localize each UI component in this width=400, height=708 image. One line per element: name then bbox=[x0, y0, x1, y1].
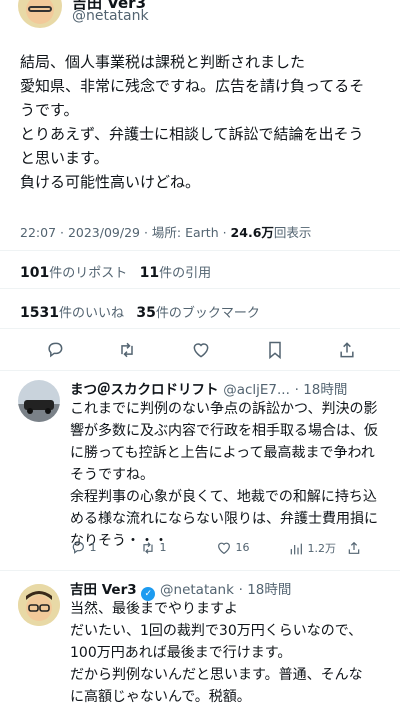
reply-tweet[interactable]: 吉田 Ver3 ✓ @netatank · 18時間 当然、最後までやりますよ … bbox=[0, 572, 400, 705]
quote-count: 11 bbox=[139, 265, 160, 281]
author-avatar[interactable] bbox=[18, 0, 62, 28]
divider bbox=[0, 570, 400, 571]
reply-line: そうですね。 bbox=[70, 467, 154, 483]
view-count: 24.6万 bbox=[230, 225, 274, 240]
bookmark-label: 件のブックマーク bbox=[155, 306, 260, 321]
repost-stats[interactable]: 101件のリポスト 11件の引用 bbox=[20, 262, 211, 281]
reply-reply-action[interactable]: 1 bbox=[70, 540, 97, 556]
reply-like-action[interactable]: 16 bbox=[216, 540, 250, 556]
like-icon[interactable] bbox=[216, 540, 232, 556]
repost-count: 101 bbox=[20, 265, 50, 281]
repost-icon[interactable] bbox=[117, 340, 137, 360]
reply-line: 余程判事の心象が良くて、地裁での和解に持ち込 bbox=[70, 489, 377, 505]
reply-text: 当然、最後までやりますよ だいたい、1回の裁判で30万円くらいなので、 100万… bbox=[70, 598, 396, 708]
divider bbox=[0, 250, 400, 251]
quote-label: 件の引用 bbox=[159, 266, 212, 281]
reply-avatar[interactable] bbox=[18, 584, 60, 626]
tweet-meta: 22:07 · 2023/09/29 · 場所: Earth · 24.6万回表… bbox=[20, 222, 311, 241]
reply-like-count: 16 bbox=[235, 541, 250, 554]
reply-tweet[interactable]: まつ＠スカクロドリフト @acljE7... · 18時間 これまでに判例のない… bbox=[0, 372, 400, 574]
tweet-header: 吉田 Ver3 @netatank bbox=[0, 0, 400, 30]
reply-line: これまでに判例のない争点の訴訟かつ、判決の影 bbox=[70, 401, 378, 417]
view-label: 回表示 bbox=[273, 225, 312, 240]
tweet-line: 愛知県、非常に残念ですね。広告を請け負ってるそ bbox=[20, 77, 365, 95]
like-label: 件のいいね bbox=[58, 306, 124, 321]
like-icon[interactable] bbox=[191, 340, 211, 360]
reply-repost-action[interactable]: 1 bbox=[140, 540, 167, 556]
like-count: 1531 bbox=[20, 305, 59, 321]
reply-time[interactable]: · 18時間 bbox=[295, 382, 348, 398]
repost-icon[interactable] bbox=[140, 540, 156, 556]
reply-line: 響が多数に及ぶ内容で行政を相手取る場合は、仮 bbox=[70, 423, 378, 439]
like-stats[interactable]: 1531件のいいね 35件のブックマーク bbox=[20, 302, 260, 321]
tweet-time[interactable]: 22:07 · 2023/09/29 · 場所: Earth · bbox=[20, 225, 231, 240]
tweet-line: とりあえず、弁護士に相談して訴訟で結論を出そう bbox=[20, 125, 364, 143]
reply-author-handle[interactable]: @netatank bbox=[160, 582, 234, 598]
reply-author[interactable]: まつ＠スカクロドリフト @acljE7... · 18時間 bbox=[70, 378, 347, 398]
action-bar bbox=[0, 332, 400, 368]
reply-line: に勝っても控訴と上告によって最高裁まで争われ bbox=[70, 445, 375, 461]
reply-icon[interactable] bbox=[70, 540, 86, 556]
reply-author-name[interactable]: 吉田 Ver3 bbox=[70, 582, 137, 598]
reply-text: これまでに判例のない争点の訴訟かつ、判決の影 響が多数に及ぶ内容で行政を相手取る… bbox=[70, 398, 396, 552]
reply-avatar[interactable] bbox=[18, 380, 60, 422]
reply-line: に高額じゃないんで。税額。 bbox=[70, 689, 251, 705]
reply-time[interactable]: · 18時間 bbox=[239, 582, 292, 598]
reply-views-action[interactable]: 1.2万 bbox=[288, 540, 336, 557]
bookmark-count: 35 bbox=[136, 305, 156, 321]
reply-line: める様な流れにならない限りは、弁護士費用損に bbox=[70, 511, 378, 527]
divider bbox=[0, 328, 400, 329]
reply-line: だいたい、1回の裁判で30万円くらいなので、 bbox=[70, 623, 363, 639]
reply-author-name[interactable]: まつ＠スカクロドリフト bbox=[70, 382, 219, 398]
bookmark-icon[interactable] bbox=[265, 340, 285, 360]
author-handle[interactable]: @netatank bbox=[72, 8, 149, 24]
reply-view-count: 1.2万 bbox=[307, 542, 337, 555]
reply-line: 当然、最後までやりますよ bbox=[70, 601, 238, 617]
tweet-line: 結局、個人事業税は課税と判断されました bbox=[20, 53, 306, 71]
views-icon[interactable] bbox=[288, 541, 304, 557]
tweet-text: 結局、個人事業税は課税と判断されました 愛知県、非常に残念ですね。広告を請け負っ… bbox=[20, 50, 392, 194]
tweet-line: と思います。 bbox=[20, 149, 109, 167]
share-icon[interactable] bbox=[337, 340, 357, 360]
reply-line: だから判例ないんだと思います。普通、そんな bbox=[70, 667, 363, 683]
tweet-line: うです。 bbox=[20, 101, 79, 119]
share-icon[interactable] bbox=[346, 540, 362, 556]
divider bbox=[0, 370, 400, 371]
divider bbox=[0, 288, 400, 289]
reply-repost-count: 1 bbox=[159, 541, 167, 554]
repost-label: 件のリポスト bbox=[49, 266, 128, 281]
reply-author-handle[interactable]: @acljE7... bbox=[223, 382, 290, 398]
reply-reply-count: 1 bbox=[89, 541, 97, 554]
tweet-line: 負ける可能性高いけどね。 bbox=[20, 173, 201, 191]
reply-line: 100万円あれば最後まで行けます。 bbox=[70, 645, 292, 661]
reply-share-action[interactable] bbox=[346, 540, 362, 556]
reply-icon[interactable] bbox=[45, 340, 65, 360]
